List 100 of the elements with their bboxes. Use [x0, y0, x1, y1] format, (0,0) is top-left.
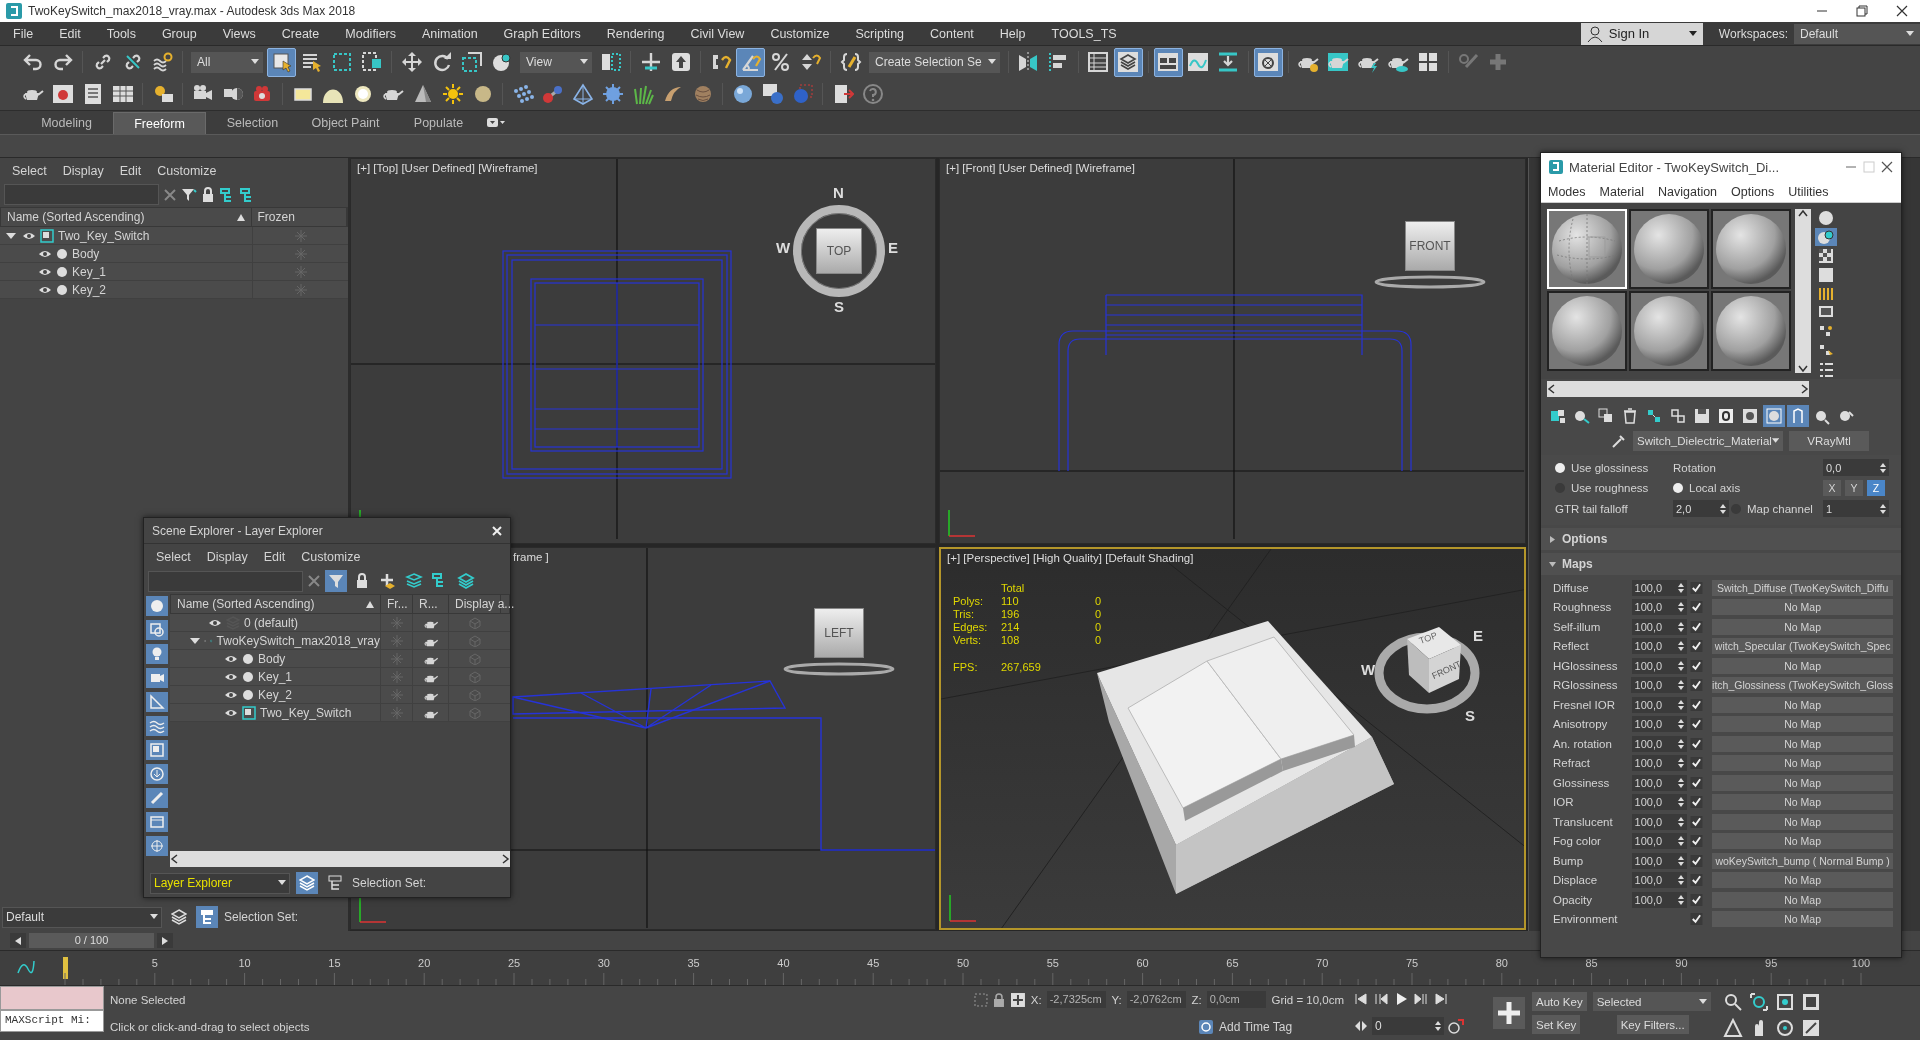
viewport-label[interactable]: [+] [Top] [User Defined] [Wireframe] — [357, 162, 538, 174]
set-key-button[interactable]: Set Key — [1532, 1015, 1581, 1034]
map-slot-button[interactable]: No Map — [1712, 755, 1893, 771]
menu-item[interactable]: Modes — [1541, 184, 1593, 199]
menu-item[interactable]: Customize — [151, 164, 227, 178]
amount-field[interactable]: 100,0 — [1631, 813, 1688, 830]
menu-item[interactable]: TOOLS_TS — [1038, 26, 1130, 41]
tree-row[interactable]: TwoKeySwitch_max2018_vray — [170, 632, 510, 650]
menu-item[interactable]: Scripting — [842, 26, 918, 41]
toolbar-dropdown[interactable]: All — [191, 51, 263, 73]
menu-item[interactable]: Create — [268, 26, 333, 41]
menu-item[interactable]: Navigation — [1651, 184, 1725, 199]
map-slot-button[interactable]: witch_Specular (TwoKeySwitch_Spec — [1712, 638, 1893, 654]
tree-row[interactable]: Key_2 — [0, 281, 348, 299]
map-slot-button[interactable]: No Map — [1712, 833, 1893, 849]
map-slot-button[interactable]: No Map — [1712, 618, 1893, 635]
number-field[interactable]: 0,0 — [1823, 459, 1889, 476]
view-cube-face[interactable]: FRONT — [1405, 221, 1455, 271]
column-header[interactable]: Name (Sorted Ascending) — [7, 210, 145, 224]
view-cube-face[interactable]: TOP — [816, 228, 862, 274]
ribbon-tab[interactable]: Freeform — [113, 112, 206, 134]
amount-field[interactable]: 100,0 — [1631, 638, 1688, 654]
amount-field[interactable]: 100,0 — [1631, 852, 1688, 869]
menu-item[interactable]: Help — [986, 26, 1039, 41]
tree-row[interactable]: Key_1 — [0, 263, 348, 281]
amount-field[interactable]: 100,0 — [1631, 891, 1688, 908]
menu-item[interactable]: Options — [1724, 184, 1782, 199]
material-name-dropdown[interactable]: Switch_Dielectric_Material — [1633, 431, 1783, 451]
menu-item[interactable]: Select — [6, 164, 57, 178]
viewport[interactable]: [+] [Front] [User Defined] [Wireframe] FRONT — [939, 158, 1526, 544]
menu-item[interactable]: Group — [148, 26, 210, 41]
map-slot-button[interactable]: No Map — [1712, 911, 1893, 927]
menu-item[interactable]: Utilities — [1781, 184, 1836, 199]
toolbar-dropdown[interactable]: View — [520, 51, 592, 73]
menu-item[interactable]: Edit — [113, 164, 152, 178]
layer-dropdown[interactable]: Default — [2, 906, 162, 928]
viewport-label[interactable]: frame ] — [513, 551, 549, 563]
sign-in-button[interactable]: Sign In — [1580, 22, 1703, 45]
viewport[interactable]: [+] [Top] [User Defined] [Wireframe] N W TOP E S — [350, 158, 936, 544]
menu-item[interactable]: Customize — [757, 26, 843, 41]
time-slider-thumb[interactable]: 0 / 100 — [29, 933, 154, 948]
material-type-button[interactable]: VRayMtl — [1789, 431, 1869, 451]
amount-field[interactable]: 100,0 — [1631, 755, 1688, 771]
menu-item[interactable]: Edit — [46, 26, 94, 41]
amount-field[interactable]: 100,0 — [1631, 794, 1688, 810]
column-header[interactable]: Name (Sorted Ascending) — [177, 597, 315, 611]
number-field[interactable]: 2,0 — [1673, 500, 1729, 517]
menu-item[interactable]: Views — [209, 26, 269, 41]
maxscript-field[interactable]: MAXScript Mi: — [0, 1010, 104, 1032]
auto-key-button[interactable]: Auto Key — [1532, 992, 1587, 1011]
column-header[interactable]: Frozen — [257, 210, 295, 224]
amount-field[interactable]: 100,0 — [1631, 677, 1688, 693]
column-header[interactable]: Display a... — [455, 597, 515, 611]
map-slot-button[interactable]: No Map — [1712, 774, 1893, 791]
map-slot-button[interactable]: No Map — [1712, 599, 1893, 615]
amount-field[interactable]: 100,0 — [1631, 618, 1688, 635]
tree-row[interactable]: Body — [170, 650, 510, 668]
map-slot-button[interactable]: No Map — [1712, 872, 1893, 888]
tree-row[interactable]: Key_2 — [170, 686, 510, 704]
menu-item[interactable]: Civil View — [677, 26, 758, 41]
ribbon-tab[interactable]: Object Paint — [299, 112, 392, 134]
amount-field[interactable]: 100,0 — [1631, 579, 1688, 596]
viewport-label[interactable]: [+] [Front] [User Defined] [Wireframe] — [946, 162, 1135, 174]
radio-button[interactable]: Use roughness — [1555, 482, 1673, 494]
amount-field[interactable]: 100,0 — [1631, 657, 1688, 674]
menu-item[interactable]: Content — [917, 26, 987, 41]
amount-field[interactable]: 100,0 — [1631, 833, 1688, 849]
menu-item[interactable]: Material — [1592, 184, 1651, 199]
menu-item[interactable]: Display — [200, 550, 258, 564]
tree-row[interactable]: Two_Key_Switch — [170, 704, 510, 722]
menu-item[interactable]: Edit — [257, 550, 296, 564]
number-field[interactable]: 1 — [1823, 500, 1889, 517]
ribbon-tab[interactable]: Selection — [206, 112, 299, 134]
menu-item[interactable]: Rendering — [593, 26, 678, 41]
amount-field[interactable]: 100,0 — [1631, 872, 1688, 888]
menu-item[interactable]: File — [0, 26, 47, 41]
column-header[interactable]: Fr... — [387, 597, 408, 611]
map-slot-button[interactable]: itch_Glossiness (TwoKeySwitch_Gloss — [1712, 677, 1893, 693]
map-slot-button[interactable]: No Map — [1712, 813, 1893, 830]
view-cube-face[interactable]: LEFT — [814, 608, 864, 658]
coordinate-field[interactable]: -2,0762cm — [1126, 991, 1187, 1009]
amount-field[interactable]: 100,0 — [1631, 696, 1688, 713]
tree-row[interactable]: Key_1 — [170, 668, 510, 686]
add-time-tag-button[interactable]: Add Time Tag — [1198, 1018, 1293, 1035]
map-slot-button[interactable]: No Map — [1712, 735, 1893, 752]
toolbar-dropdown[interactable]: Create Selection Se — [869, 51, 1000, 73]
axis-toggle[interactable]: Z — [1867, 480, 1885, 496]
amount-field[interactable]: 100,0 — [1631, 716, 1688, 732]
tree-row[interactable]: 0 (default) — [170, 614, 510, 632]
viewport-label[interactable]: [+] [Perspective] [High Quality] [Default Shading] — [947, 552, 1194, 564]
menu-item[interactable]: Display — [56, 164, 114, 178]
frame-field[interactable]: 0 — [1372, 1016, 1444, 1035]
workspace-dropdown[interactable]: Default — [1794, 23, 1920, 44]
menu-item[interactable]: Animation — [409, 26, 491, 41]
column-header[interactable]: R... — [419, 597, 438, 611]
coordinate-field[interactable]: -2,7325cm — [1046, 991, 1107, 1009]
map-slot-button[interactable]: No Map — [1712, 657, 1893, 674]
key-filters-button[interactable]: Key Filters... — [1616, 1015, 1689, 1034]
radio-button[interactable]: Map channel — [1731, 502, 1823, 515]
map-slot-button[interactable]: No Map — [1712, 716, 1893, 732]
